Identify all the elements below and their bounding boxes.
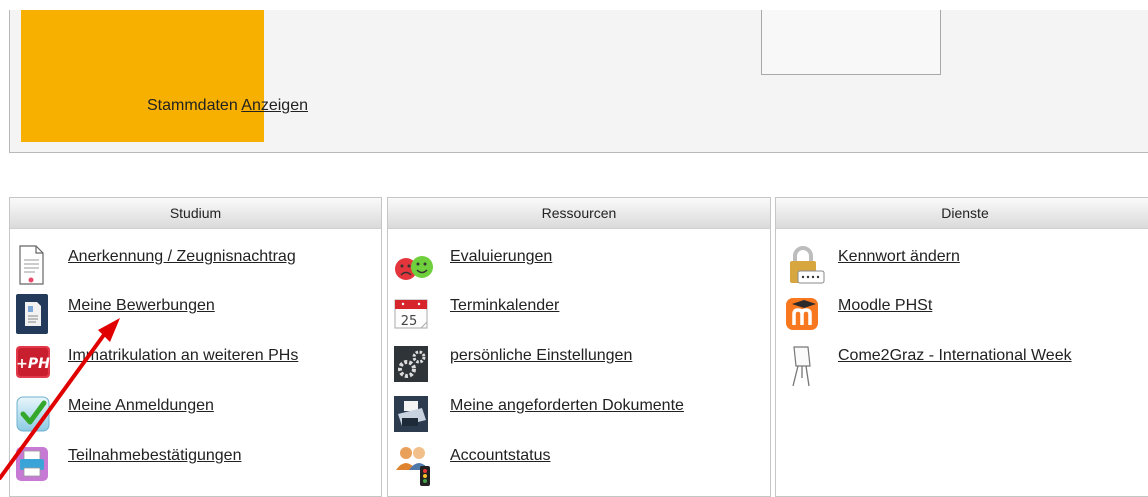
ressourcen-panel: Ressourcen Evaluierungen 25 Terminkalend… xyxy=(387,197,771,497)
top-panel: Stammdaten Anzeigen xyxy=(9,10,1148,153)
stammdaten-row: Stammdaten Anzeigen xyxy=(147,97,308,115)
calendar-icon: 25 xyxy=(394,294,430,334)
moodle-icon xyxy=(786,294,822,334)
profile-photo-frame xyxy=(761,10,941,75)
ressourcen-header: Ressourcen xyxy=(388,198,770,229)
ressourcen-link-evaluierungen[interactable]: Evaluierungen xyxy=(450,248,552,266)
stammdaten-label: Stammdaten xyxy=(147,97,238,114)
dienste-link-come2graz[interactable]: Come2Graz - International Week xyxy=(838,347,1072,365)
orange-banner xyxy=(21,10,264,142)
dienste-link-kennwort[interactable]: Kennwort ändern xyxy=(838,248,960,266)
document-icon xyxy=(16,245,52,285)
dienste-header: Dienste xyxy=(776,198,1148,229)
padlock-icon xyxy=(786,245,825,285)
ressourcen-link-dokumente[interactable]: Meine angeforderten Dokumente xyxy=(450,397,684,415)
flipchart-icon xyxy=(786,344,822,387)
fax-printer-icon xyxy=(394,394,430,434)
gears-icon xyxy=(394,344,430,384)
ressourcen-link-accountstatus[interactable]: Accountstatus xyxy=(450,447,551,465)
red-arrow-icon xyxy=(0,318,120,480)
dienste-link-moodle[interactable]: Moodle PHSt xyxy=(838,297,932,315)
studium-header: Studium xyxy=(10,198,381,229)
studium-link-anerkennung[interactable]: Anerkennung / Zeugnisnachtrag xyxy=(68,248,296,266)
dienste-panel: Dienste Kennwort ändern Moodle PHSt Come… xyxy=(775,197,1148,497)
anzeigen-link[interactable]: Anzeigen xyxy=(241,97,308,114)
calendar-day: 25 xyxy=(401,314,418,329)
smiley-faces-icon xyxy=(394,245,433,285)
ressourcen-link-terminkalender[interactable]: Terminkalender xyxy=(450,297,559,315)
studium-link-bewerbungen[interactable]: Meine Bewerbungen xyxy=(68,297,215,315)
users-traffic-light-icon xyxy=(394,444,430,486)
ressourcen-link-einstellungen[interactable]: persönliche Einstellungen xyxy=(450,347,632,365)
